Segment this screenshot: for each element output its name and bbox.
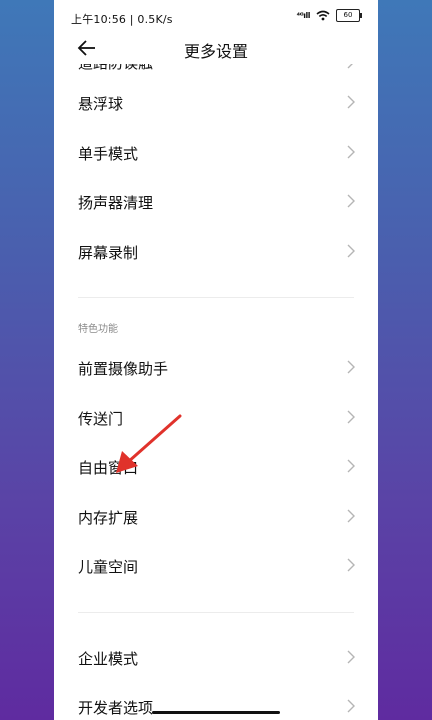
list-item-label: 企业模式 [78, 649, 139, 668]
list-item-screen-recording[interactable]: 屏幕录制 [54, 227, 378, 277]
settings-list: 道路防误触 悬浮球 单手模式 扬声器清理 屏幕录制 特色功能 前置摄像助手 [54, 64, 378, 720]
list-item-label: 开发者选项 [78, 699, 154, 717]
list-item-free-window[interactable]: 自由窗口 [54, 442, 378, 492]
phone-screen: 上午10:56 | 0.5K/s ⁴ᴳıll 60 更多设置 道路防误触 悬浮球 [54, 0, 378, 720]
list-item-floating-ball[interactable]: 悬浮球 [54, 78, 378, 128]
list-item-label: 扬声器清理 [78, 194, 154, 212]
chevron-right-icon [347, 64, 353, 69]
page-title: 更多设置 [183, 42, 248, 61]
list-item-label: 屏幕录制 [78, 243, 139, 262]
chevron-right-icon [347, 244, 355, 257]
signal-icon: ⁴ᴳıll [296, 11, 311, 20]
battery-icon: 60 [336, 9, 362, 22]
list-item-portal[interactable]: 传送门 [54, 393, 378, 443]
chevron-right-icon [347, 145, 355, 158]
list-item-one-hand-mode[interactable]: 单手模式 [54, 128, 378, 178]
list-item-kids-space[interactable]: 儿童空间 [54, 541, 378, 591]
list-item-memory-extension[interactable]: 内存扩展 [54, 492, 378, 542]
list-item-label: 自由窗口 [78, 459, 139, 477]
list-item-label: 前置摄像助手 [78, 360, 169, 378]
chevron-right-icon [347, 459, 355, 473]
chevron-right-icon [347, 360, 355, 374]
chevron-right-icon [347, 410, 355, 423]
chevron-right-icon [347, 699, 355, 713]
list-item-front-camera-assistant[interactable]: 前置摄像助手 [54, 343, 378, 393]
list-item-speaker-cleaning[interactable]: 扬声器清理 [54, 177, 378, 227]
chevron-right-icon [347, 194, 355, 208]
list-item-label: 单手模式 [78, 144, 139, 163]
list-item-developer-options[interactable]: 开发者选项 [54, 682, 378, 720]
chevron-right-icon [347, 95, 355, 109]
chevron-right-icon [347, 509, 355, 522]
chevron-right-icon [347, 650, 355, 663]
status-icons: ⁴ᴳıll 60 [296, 9, 362, 22]
list-item-label: 内存扩展 [78, 508, 139, 527]
list-item-enterprise-mode[interactable]: 企业模式 [54, 633, 378, 683]
header: 更多设置 [54, 34, 378, 64]
status-bar: 上午10:56 | 0.5K/s ⁴ᴳıll 60 [54, 0, 378, 34]
list-item-label: 悬浮球 [78, 95, 124, 113]
wifi-icon [316, 10, 330, 21]
chevron-right-icon [347, 558, 355, 572]
section-label-features: 特色功能 [78, 324, 118, 335]
list-item-label: 儿童空间 [78, 558, 139, 576]
list-item-partial[interactable]: 道路防误触 [54, 64, 378, 78]
list-item-label: 道路防误触 [78, 64, 153, 73]
status-time-speed: 上午10:56 | 0.5K/s [71, 13, 173, 26]
home-indicator [152, 711, 280, 714]
list-item-label: 传送门 [78, 409, 124, 428]
